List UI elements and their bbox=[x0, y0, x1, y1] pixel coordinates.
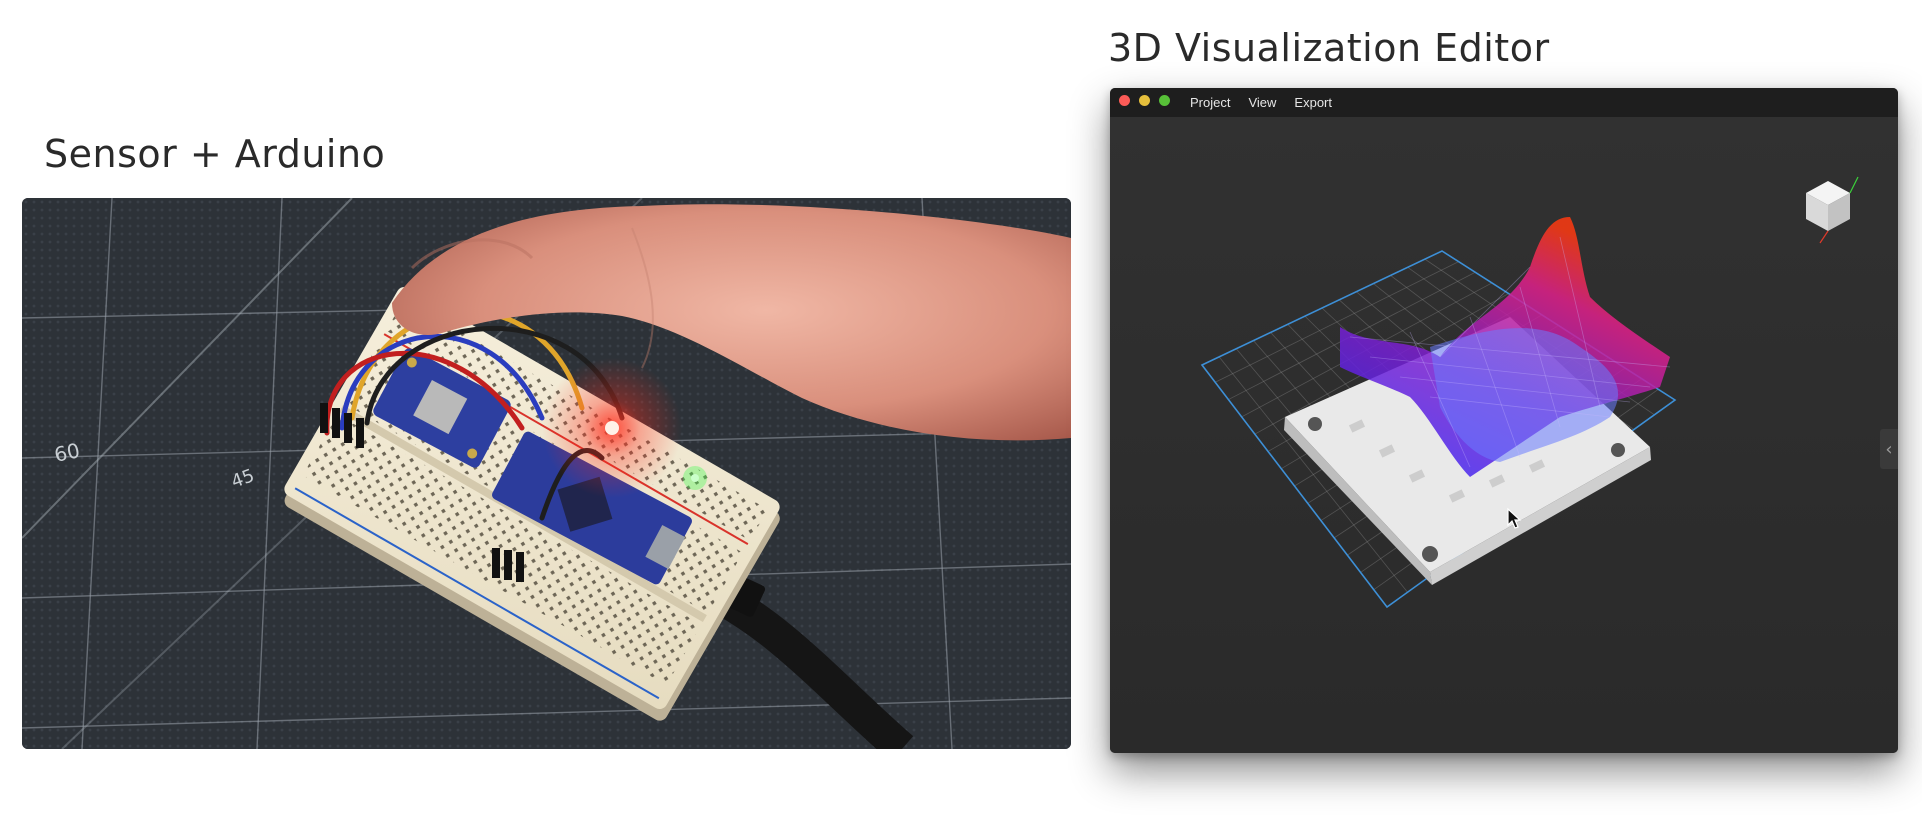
visualization-editor-window: Project View Export ‹ bbox=[1110, 88, 1898, 753]
menu-bar: Project View Export bbox=[1190, 88, 1350, 117]
menu-export[interactable]: Export bbox=[1294, 95, 1332, 110]
sensor-panel-title: Sensor + Arduino bbox=[44, 132, 386, 176]
menu-view[interactable]: View bbox=[1248, 95, 1276, 110]
3d-viewport[interactable]: ‹ bbox=[1110, 117, 1898, 753]
window-minimize-button[interactable] bbox=[1139, 95, 1150, 106]
window-close-button[interactable] bbox=[1119, 95, 1130, 106]
power-led-indicator bbox=[605, 421, 619, 435]
editor-panel-title: 3D Visualization Editor bbox=[1108, 26, 1550, 70]
status-led-indicator bbox=[691, 474, 699, 482]
side-panel-toggle[interactable]: ‹ bbox=[1880, 429, 1898, 469]
sensor-arduino-photo: 60 45 bbox=[22, 198, 1071, 749]
menu-project[interactable]: Project bbox=[1190, 95, 1230, 110]
window-maximize-button[interactable] bbox=[1159, 95, 1170, 106]
editor-titlebar: Project View Export bbox=[1110, 88, 1898, 117]
